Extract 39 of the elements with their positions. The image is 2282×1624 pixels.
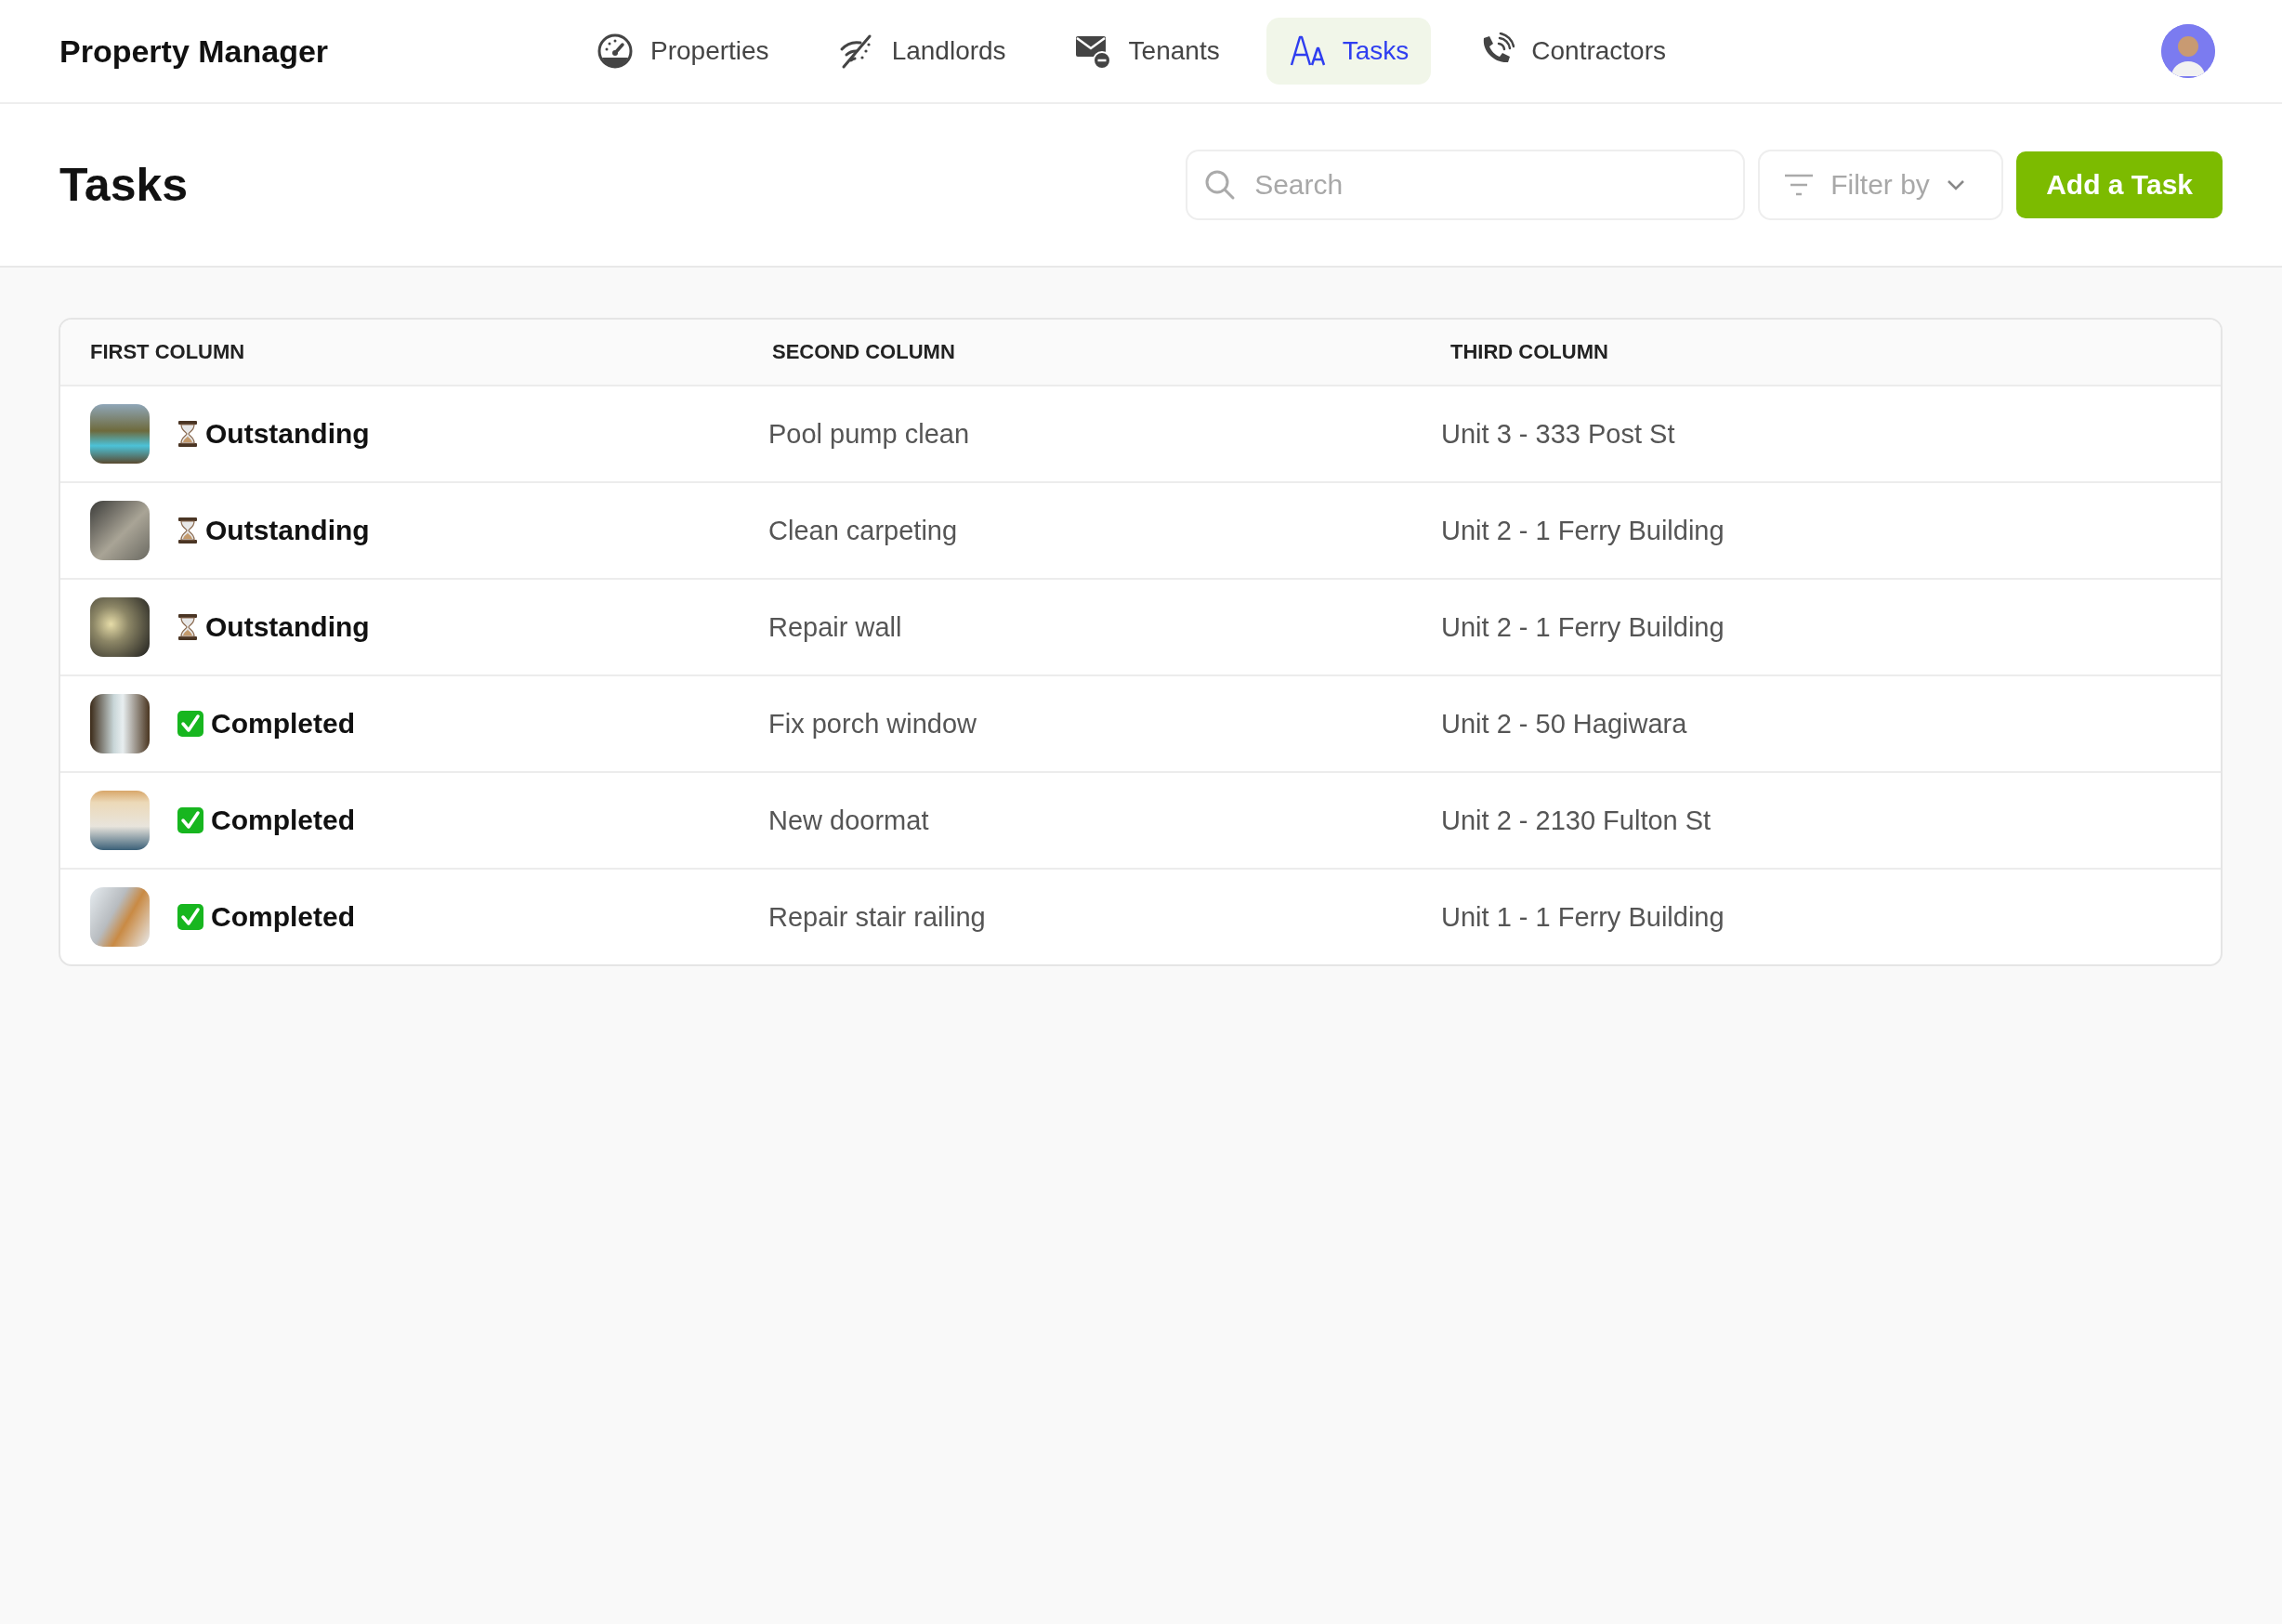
photo-placeholder <box>90 501 150 560</box>
status-label: Completed <box>211 901 355 933</box>
nav-tab[interactable]: Contractors <box>1455 18 1688 85</box>
status-label: Outstanding <box>205 611 370 643</box>
table-cell-text: Unit 2 - 50 Hagiwara <box>1440 708 1688 740</box>
photo-placeholder <box>90 887 150 947</box>
table-cell-text: Unit 2 - 1 Ferry Building <box>1440 515 1725 546</box>
column-header: SECOND COLUMN <box>771 340 956 364</box>
photo-placeholder <box>90 404 150 464</box>
nav-tab[interactable]: Landlords <box>815 18 1029 85</box>
nav-tab[interactable]: Properties <box>574 18 792 85</box>
nav-tab[interactable]: Tasks <box>1266 18 1432 85</box>
table-cell-text: Unit 1 - 1 Ferry Building <box>1440 901 1725 933</box>
status-label: Completed <box>211 805 355 836</box>
column-header: THIRD COLUMN <box>1449 340 1609 364</box>
photo-placeholder <box>90 597 150 657</box>
table-cell-text: New doormat <box>767 805 930 836</box>
table-cell-text: Unit 2 - 1 Ferry Building <box>1440 611 1725 643</box>
table-cell-text: Pool pump clean <box>767 418 971 450</box>
status-label: Outstanding <box>205 418 370 450</box>
table-cell-text: Fix porch window <box>767 708 978 740</box>
photo-placeholder <box>90 694 150 753</box>
gauge-icon <box>597 33 634 70</box>
search-field[interactable]: Search <box>1186 150 1746 220</box>
app-title: Property Manager <box>59 33 330 70</box>
status-label: Outstanding <box>205 515 370 546</box>
table-cell-text: Unit 3 - 333 Post St <box>1440 418 1676 450</box>
nav-tab[interactable]: Tenants <box>1052 18 1242 85</box>
table-cell-text: Unit 2 - 2130 Fulton St <box>1440 805 1712 836</box>
avatar-icon[interactable] <box>2161 24 2215 78</box>
photo-placeholder <box>90 791 150 850</box>
table-cell-text: Repair stair railing <box>767 901 987 933</box>
chevron-down-icon <box>1946 179 1965 190</box>
filter-icon <box>1784 173 1815 197</box>
table-cell-text: Clean carpeting <box>767 515 959 546</box>
page-title: Tasks <box>59 158 189 212</box>
table-cell-text: Repair wall <box>767 611 903 643</box>
column-header: FIRST COLUMN <box>89 340 246 364</box>
status-label: Completed <box>211 708 355 740</box>
